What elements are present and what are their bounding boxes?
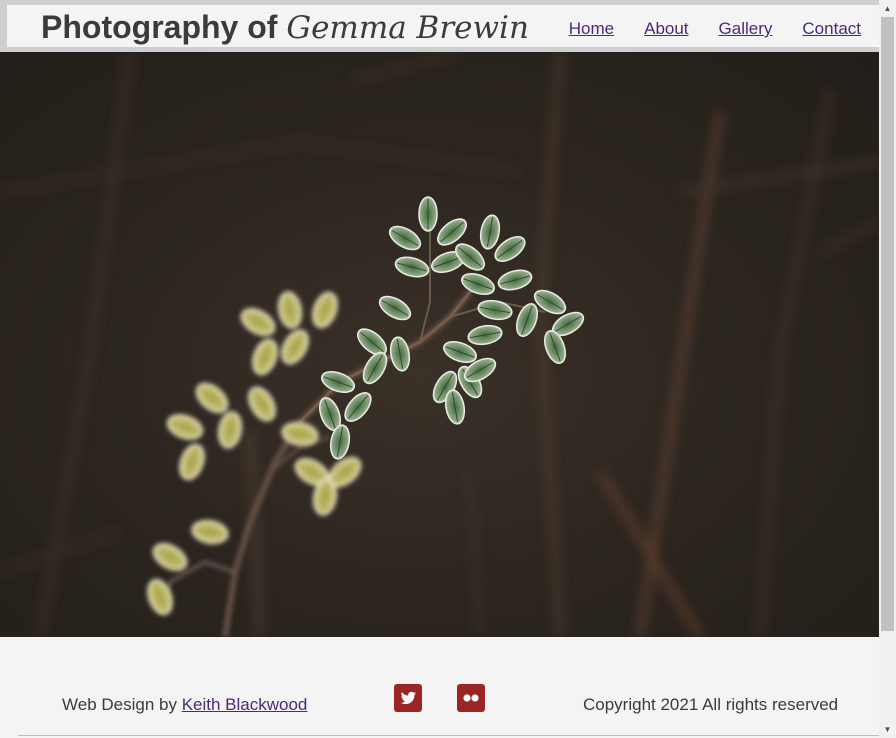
vertical-scrollbar[interactable]: ▲ ▼ xyxy=(879,0,896,738)
flickr-button[interactable] xyxy=(457,684,485,712)
frosted-leaves-photo xyxy=(0,52,879,637)
footer-divider xyxy=(18,735,879,736)
site-title-plain: Photography of xyxy=(41,9,278,45)
designer-link[interactable]: Keith Blackwood xyxy=(182,695,308,714)
design-credit: Web Design by Keith Blackwood xyxy=(62,695,307,715)
nav-link-home[interactable]: Home xyxy=(569,19,614,39)
scroll-down-arrow-icon[interactable]: ▼ xyxy=(879,721,896,738)
twitter-button[interactable] xyxy=(394,684,422,712)
scroll-up-arrow-icon[interactable]: ▲ xyxy=(879,0,896,17)
site-header: Photography of Gemma Brewin Home About G… xyxy=(0,0,879,52)
flickr-icon xyxy=(463,694,479,702)
page: Photography of Gemma Brewin Home About G… xyxy=(0,0,896,738)
nav-link-contact[interactable]: Contact xyxy=(802,19,861,39)
scroll-thumb[interactable] xyxy=(881,17,894,631)
site-title-script: Gemma Brewin xyxy=(286,10,529,46)
browser-viewport: Photography of Gemma Brewin Home About G… xyxy=(0,0,879,738)
twitter-icon xyxy=(400,691,416,705)
credit-prefix: Web Design by xyxy=(62,695,177,714)
copyright-text: Copyright 2021 All rights reserved xyxy=(583,695,839,714)
nav-link-about[interactable]: About xyxy=(644,19,688,39)
header-bar: Photography of Gemma Brewin Home About G… xyxy=(7,5,879,47)
site-footer: Web Design by Keith Blackwood Copyright … xyxy=(0,637,879,738)
site-title: Photography of Gemma Brewin xyxy=(41,9,529,46)
hero-image xyxy=(0,52,879,637)
nav-link-gallery[interactable]: Gallery xyxy=(719,19,773,39)
main-nav: Home About Gallery Contact xyxy=(569,19,861,39)
